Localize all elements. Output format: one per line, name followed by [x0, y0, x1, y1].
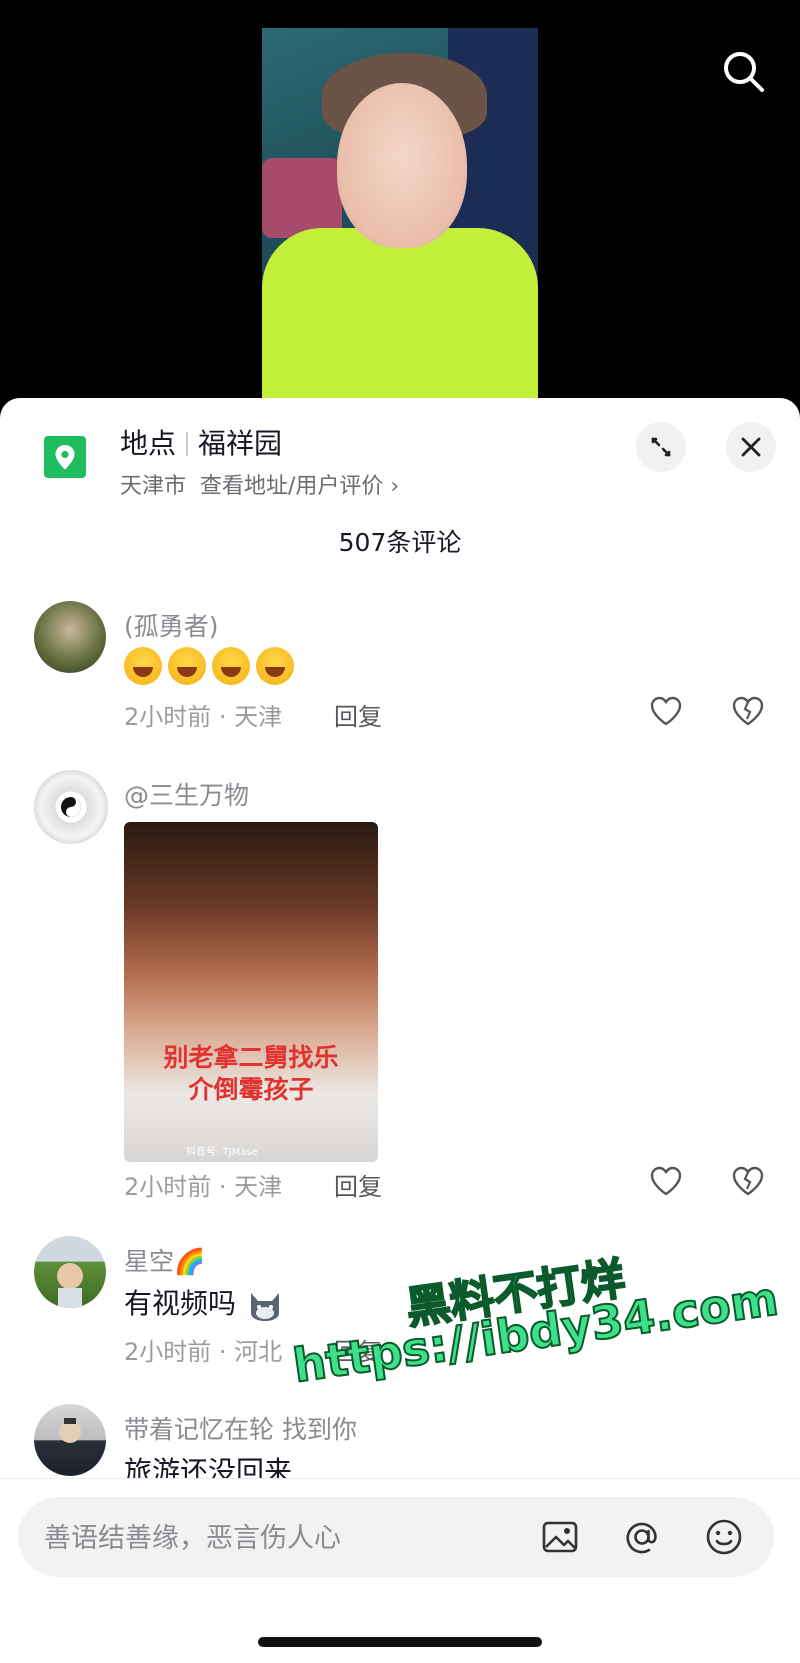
comment-input-bar — [0, 1478, 800, 1663]
comment-input[interactable] — [42, 1515, 516, 1561]
location-name: 福祥园 — [198, 427, 283, 460]
video-pillow — [262, 158, 342, 238]
reply-button[interactable]: 回复 — [334, 1332, 382, 1367]
emoji-button[interactable] — [704, 1517, 744, 1557]
reply-button[interactable]: 回复 — [334, 697, 382, 732]
comment-image[interactable]: 别老拿二舅找乐 介倒霉孩子 抖音号: TJMase — [124, 822, 378, 1162]
broken-heart-icon — [732, 1166, 764, 1196]
location-city: 天津市 — [120, 474, 187, 499]
heart-icon — [650, 1166, 682, 1196]
avatar[interactable] — [34, 770, 108, 844]
mention-button[interactable] — [622, 1517, 662, 1557]
search-button[interactable] — [716, 44, 772, 100]
location-subline[interactable]: 天津市 查看地址/用户评价 › — [120, 468, 399, 500]
like-button[interactable] — [648, 693, 684, 729]
comment-count: 507条评论 — [338, 528, 462, 557]
laughing-crying-emoji-icon — [168, 647, 206, 685]
image-icon — [542, 1521, 578, 1553]
video-person-face — [337, 83, 467, 248]
reply-button[interactable]: 回复 — [334, 1167, 382, 1202]
home-indicator[interactable] — [258, 1637, 542, 1647]
comment-author[interactable]: 带着记忆在轮 找到你 — [124, 1410, 357, 1446]
laughing-crying-emoji-icon — [256, 647, 294, 685]
comment-text: 有视频吗 — [124, 1287, 237, 1320]
comment-input-container[interactable] — [18, 1497, 774, 1577]
location-pin-icon[interactable] — [44, 436, 86, 478]
broken-heart-icon — [732, 696, 764, 726]
avatar[interactable] — [34, 1404, 106, 1476]
comment-panel: 地点 福祥园 天津市 查看地址/用户评价 › 507条评论 (孤勇者) 2小时前 ·… — [0, 398, 800, 1662]
comment-emojis — [124, 647, 300, 685]
smiley-icon — [706, 1519, 742, 1555]
image-caption-line1: 别老拿二舅找乐 — [163, 1043, 339, 1072]
location-separator — [186, 432, 189, 456]
video-frame[interactable] — [262, 28, 538, 410]
avatar[interactable] — [34, 601, 106, 673]
child-photo — [57, 1263, 83, 1308]
image-caption-line2: 介倒霉孩子 — [188, 1075, 314, 1104]
dislike-button[interactable] — [730, 1163, 766, 1199]
image-watermark: 抖音号: TJMase — [186, 1147, 258, 1158]
comment-item: 带着记忆在轮 找到你 旅游还没回来 — [0, 1404, 800, 1488]
comment-author[interactable]: @三生万物 — [124, 776, 249, 812]
comment-item: 星空🌈 有视频吗 2小时前 · 河北 回复 — [0, 1236, 800, 1376]
comment-text-row: 有视频吗 — [124, 1282, 285, 1323]
expand-button[interactable] — [636, 422, 686, 472]
search-icon — [724, 52, 764, 92]
at-icon — [626, 1522, 657, 1554]
comment-item: (孤勇者) 2小时前 · 天津 回复 — [0, 601, 800, 741]
video-player[interactable] — [0, 0, 800, 410]
person-photo — [59, 1418, 81, 1443]
location-label: 地点 — [120, 427, 177, 460]
image-picker-button[interactable] — [540, 1517, 580, 1557]
comment-item: @三生万物 别老拿二舅找乐 介倒霉孩子 抖音号: TJMase 2小时前 · 天… — [0, 770, 800, 1210]
comment-time-location: 2小时前 · 河北 — [124, 1338, 283, 1366]
comment-author[interactable]: 星空🌈 — [124, 1242, 205, 1278]
heart-icon — [650, 696, 682, 726]
laughing-crying-emoji-icon — [124, 647, 162, 685]
expand-icon — [651, 437, 671, 457]
close-icon — [741, 437, 761, 457]
avatar[interactable] — [34, 1236, 106, 1308]
cat-emoji-icon — [250, 1293, 279, 1321]
comment-time-location: 2小时前 · 天津 — [124, 1173, 283, 1201]
location-title[interactable]: 地点 福祥园 — [120, 422, 282, 462]
location-detail-link[interactable]: 查看地址/用户评价 › — [200, 474, 399, 499]
comment-author[interactable]: (孤勇者) — [124, 607, 219, 643]
comment-time-location: 2小时前 · 天津 — [124, 703, 283, 731]
video-person-shirt — [262, 228, 538, 410]
close-button[interactable] — [726, 422, 776, 472]
yin-yang-icon — [61, 797, 81, 817]
laughing-crying-emoji-icon — [212, 647, 250, 685]
dislike-button[interactable] — [730, 693, 766, 729]
like-button[interactable] — [648, 1163, 684, 1199]
